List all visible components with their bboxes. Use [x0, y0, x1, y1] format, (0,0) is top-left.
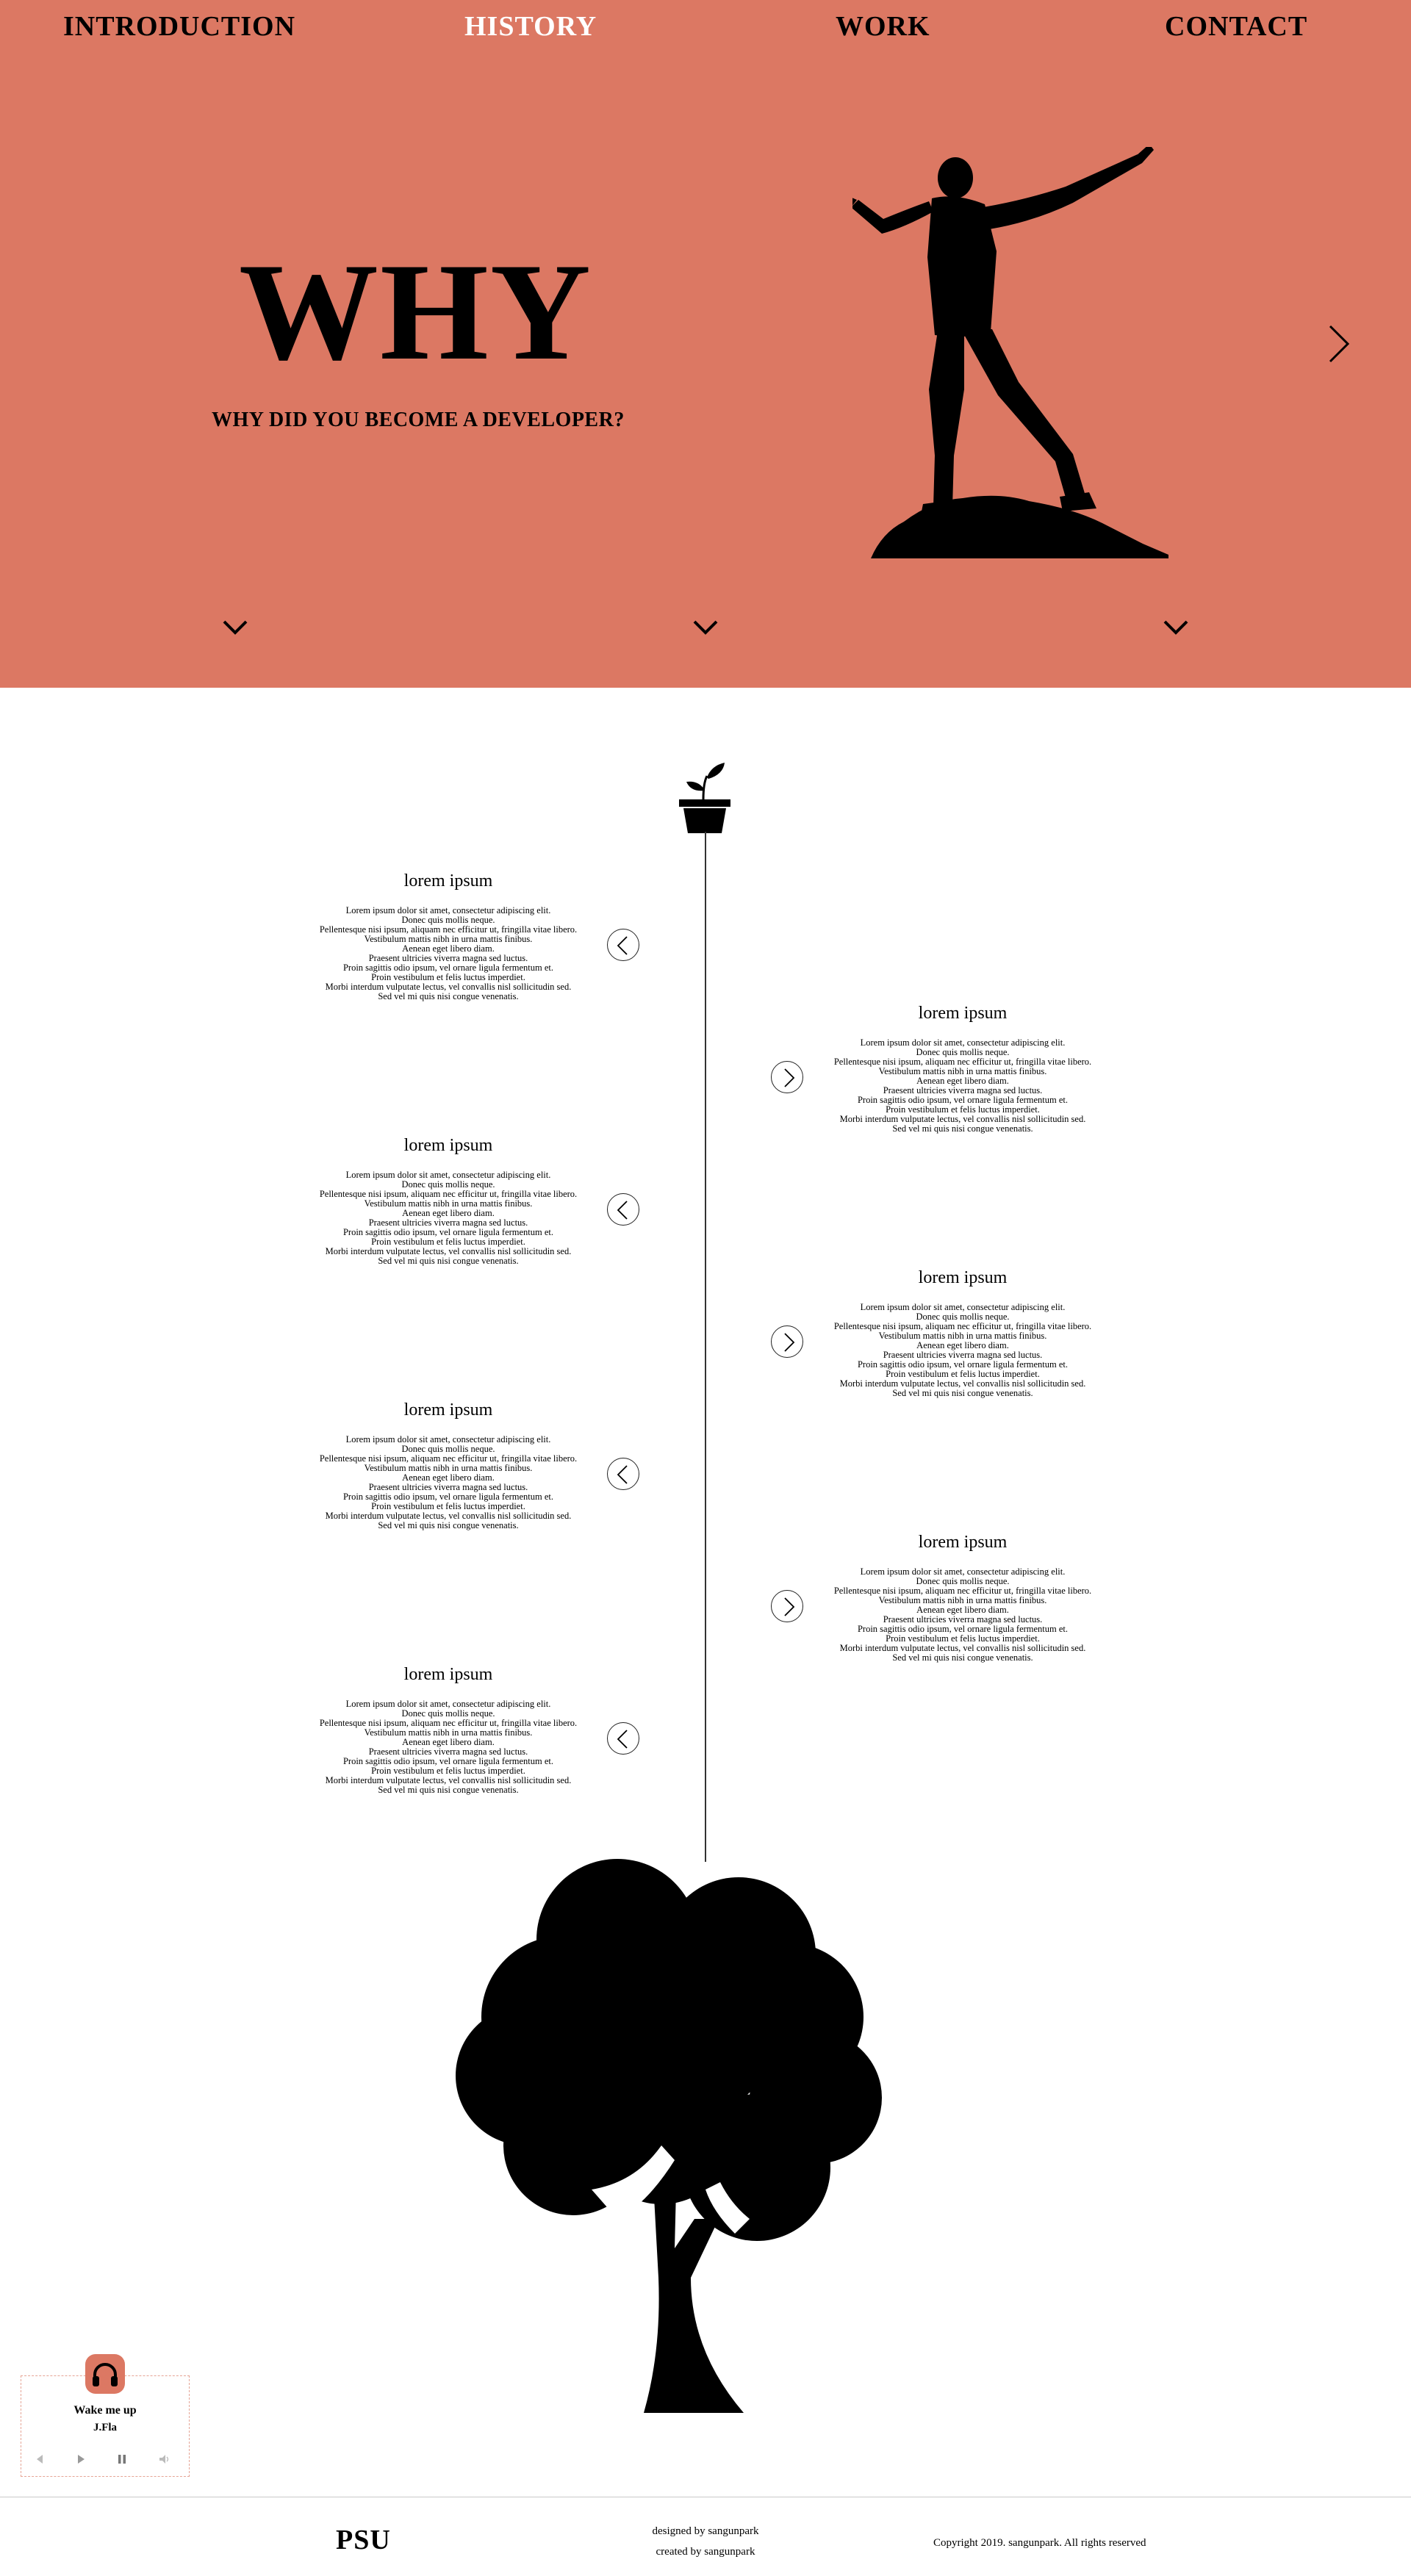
entry-body: Lorem ipsum dolor sit amet, consectetur … — [833, 1566, 1092, 1663]
entry-next-button[interactable] — [771, 1590, 803, 1622]
scroll-down-icon-1[interactable] — [220, 616, 250, 638]
footer-designed-by: designed by sangunpark — [652, 2525, 759, 2537]
play-icon[interactable] — [73, 2451, 89, 2467]
footer-created-by: created by sangunpark — [656, 2546, 755, 2558]
chevron-left-icon — [617, 1465, 628, 1484]
entry-prev-button[interactable] — [607, 1193, 639, 1226]
entry-body: Lorem ipsum dolor sit amet, consectetur … — [833, 1037, 1092, 1134]
volume-icon[interactable] — [157, 2451, 173, 2467]
previous-icon[interactable] — [32, 2451, 48, 2467]
entry-prev-button[interactable] — [607, 1722, 639, 1755]
nav-history[interactable]: HISTORY — [464, 10, 597, 43]
chevron-left-icon — [617, 1730, 628, 1749]
entry-prev-button[interactable] — [607, 929, 639, 961]
timeline-entry: lorem ipsum Lorem ipsum dolor sit amet, … — [294, 1665, 603, 1795]
entry-body: Lorem ipsum dolor sit amet, consectetur … — [833, 1302, 1092, 1398]
entry-title: lorem ipsum — [918, 1268, 1008, 1287]
hero-title: WHY — [239, 235, 592, 389]
nav-work[interactable]: WORK — [836, 10, 930, 43]
timeline-entry: lorem ipsum Lorem ipsum dolor sit amet, … — [294, 871, 603, 1001]
footer: PSU designed by sangunpark created by sa… — [0, 2497, 1411, 2576]
entry-prev-button[interactable] — [607, 1458, 639, 1490]
track-artist: J.Fla — [93, 2422, 118, 2433]
timeline-line — [705, 832, 706, 1862]
entry-next-button[interactable] — [771, 1325, 803, 1358]
track-title: Wake me up — [73, 2404, 137, 2417]
timeline-entry: lorem ipsum Lorem ipsum dolor sit amet, … — [808, 1268, 1117, 1398]
chevron-left-icon — [617, 936, 628, 955]
footer-logo[interactable]: PSU — [336, 2524, 391, 2556]
music-player: Wake me up J.Fla — [21, 2354, 190, 2477]
entry-title: lorem ipsum — [403, 1665, 493, 1684]
entry-title: lorem ipsum — [918, 1533, 1008, 1552]
entry-body: Lorem ipsum dolor sit amet, consectetur … — [319, 1170, 578, 1266]
entry-body: Lorem ipsum dolor sit amet, consectetur … — [319, 1699, 578, 1795]
headphones-icon — [93, 2363, 118, 2386]
chevron-right-icon — [784, 1068, 795, 1087]
scroll-down-icon-2[interactable] — [691, 616, 720, 638]
hero-subtitle: WHY DID YOU BECOME A DEVELOPER? — [212, 409, 625, 431]
entry-title: lorem ipsum — [403, 871, 493, 891]
timeline-entry: lorem ipsum Lorem ipsum dolor sit amet, … — [294, 1400, 603, 1530]
nav-introduction[interactable]: INTRODUCTION — [63, 10, 295, 43]
developer-silhouette — [852, 147, 1168, 558]
hero-next-arrow[interactable] — [1323, 322, 1352, 366]
entry-title: lorem ipsum — [403, 1136, 493, 1155]
entry-body: Lorem ipsum dolor sit amet, consectetur … — [319, 1434, 578, 1530]
hero-section: INTRODUCTION HISTORY WORK CONTACT WHY WH… — [0, 0, 1411, 688]
nav-contact[interactable]: CONTACT — [1165, 10, 1307, 43]
entry-title: lorem ipsum — [403, 1400, 493, 1420]
footer-copyright: Copyright 2019. sangunpark. All rights r… — [933, 2537, 1146, 2549]
entry-title: lorem ipsum — [918, 1004, 1008, 1023]
plant-pot-icon — [679, 763, 730, 833]
tree-silhouette — [456, 1859, 882, 2413]
scroll-down-icon-3[interactable] — [1161, 616, 1191, 638]
timeline-entry: lorem ipsum Lorem ipsum dolor sit amet, … — [808, 1004, 1117, 1134]
chevron-right-icon — [784, 1333, 795, 1352]
entry-next-button[interactable] — [771, 1061, 803, 1093]
timeline-entry: lorem ipsum Lorem ipsum dolor sit amet, … — [294, 1136, 603, 1266]
timeline-entry: lorem ipsum Lorem ipsum dolor sit amet, … — [808, 1533, 1117, 1663]
chevron-right-icon — [784, 1597, 795, 1616]
chevron-left-icon — [617, 1201, 628, 1220]
top-nav: INTRODUCTION HISTORY WORK CONTACT — [0, 0, 1411, 51]
player-badge[interactable] — [85, 2354, 125, 2394]
entry-body: Lorem ipsum dolor sit amet, consectetur … — [319, 905, 578, 1001]
pause-icon[interactable] — [114, 2451, 130, 2467]
